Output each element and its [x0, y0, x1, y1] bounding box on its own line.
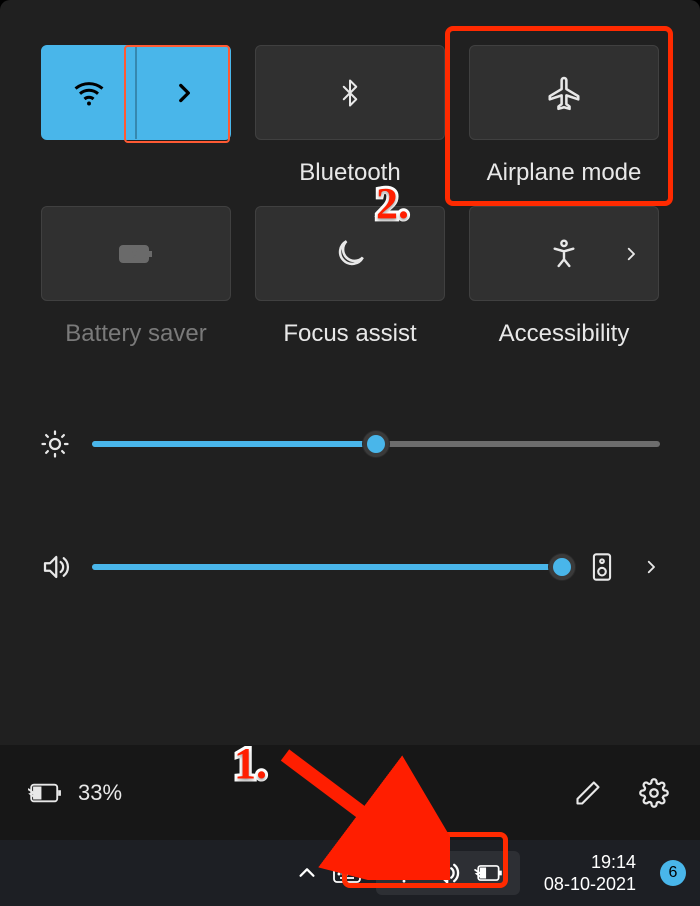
chevron-right-icon[interactable]: [642, 558, 660, 576]
wifi-toggle-button[interactable]: [42, 46, 135, 139]
network-volume-battery-button[interactable]: [376, 851, 520, 895]
accessibility-icon: [548, 238, 580, 270]
tray-overflow-button[interactable]: [296, 862, 318, 884]
battery-charging-icon: [28, 780, 66, 806]
notification-count-text: 6: [669, 864, 678, 882]
focus-assist-tile[interactable]: [255, 206, 445, 301]
quick-settings-panel: Bluetooth Airplane mode: [0, 0, 700, 840]
brightness-slider-row: [40, 429, 660, 459]
footer-battery-text: 33%: [78, 780, 122, 806]
touch-keyboard-button[interactable]: [332, 861, 362, 885]
audio-output-button[interactable]: [584, 549, 620, 585]
wifi-tile[interactable]: [41, 45, 231, 140]
system-tray: 19:14 08-10-2021 6: [296, 851, 700, 896]
bluetooth-tile-label: Bluetooth: [255, 159, 445, 187]
wifi-icon: [71, 75, 107, 111]
chevron-right-icon: [171, 80, 197, 106]
footer-battery-status[interactable]: 33%: [28, 780, 122, 806]
volume-icon: [432, 859, 460, 887]
bluetooth-tile[interactable]: [255, 45, 445, 140]
wifi-expand-button[interactable]: [137, 46, 230, 139]
airplane-tile-label: Airplane mode: [469, 159, 659, 187]
battery-saver-tile[interactable]: [41, 206, 231, 301]
battery-saver-label: Battery saver: [41, 320, 231, 348]
chevron-right-icon: [622, 245, 640, 263]
airplane-mode-tile[interactable]: [469, 45, 659, 140]
airplane-icon: [545, 74, 583, 112]
notification-count-badge[interactable]: 6: [660, 860, 686, 886]
edit-quick-settings-button[interactable]: [570, 775, 606, 811]
brightness-slider[interactable]: [92, 441, 660, 447]
accessibility-tile[interactable]: [469, 206, 659, 301]
brightness-icon: [40, 429, 70, 459]
bluetooth-icon: [335, 74, 365, 112]
wifi-icon: [390, 859, 418, 887]
volume-icon: [40, 552, 70, 582]
battery-charging-icon: [474, 862, 506, 884]
moon-icon: [333, 237, 367, 271]
sliders-section: [0, 349, 700, 585]
focus-assist-label: Focus assist: [255, 320, 445, 348]
quick-settings-tiles: Bluetooth Airplane mode: [0, 0, 700, 349]
accessibility-label: Accessibility: [469, 320, 659, 348]
volume-slider-row: [40, 549, 660, 585]
taskbar-time: 19:14: [544, 851, 636, 874]
taskbar-clock[interactable]: 19:14 08-10-2021: [544, 851, 636, 896]
volume-slider[interactable]: [92, 564, 562, 570]
taskbar: 19:14 08-10-2021 6: [0, 840, 700, 906]
taskbar-date: 08-10-2021: [544, 873, 636, 896]
settings-button[interactable]: [636, 775, 672, 811]
battery-saver-icon: [116, 239, 156, 269]
quick-settings-footer: 33%: [0, 745, 700, 840]
